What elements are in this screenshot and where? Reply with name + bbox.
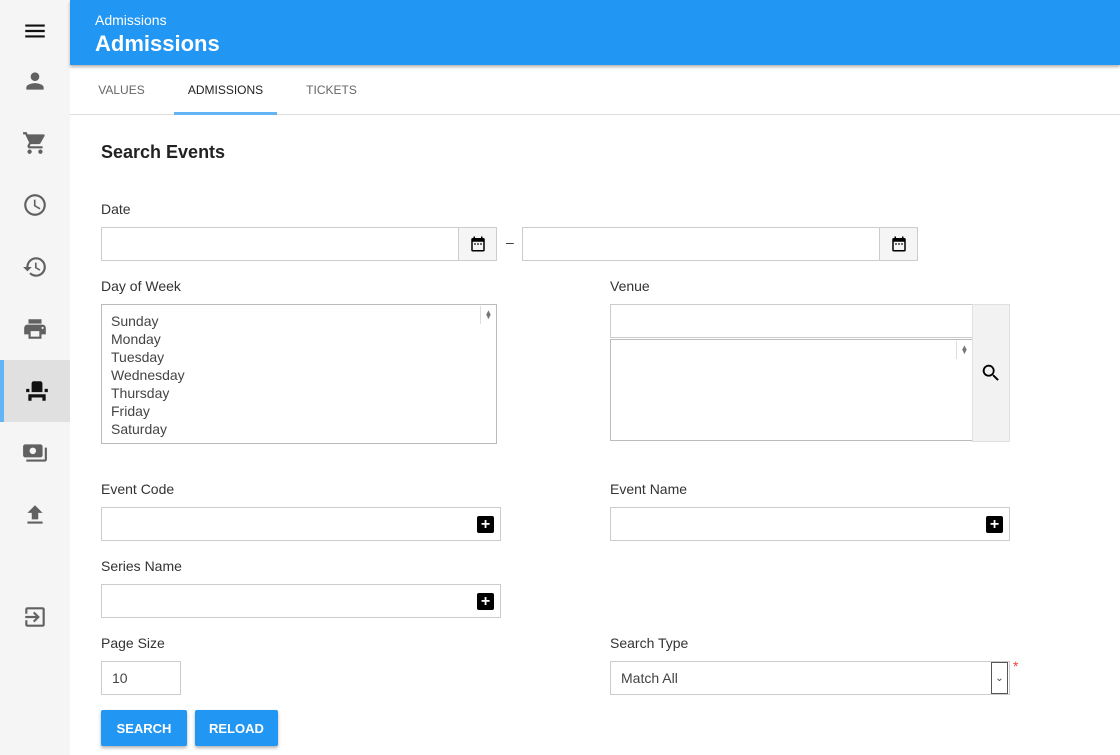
calendar-icon: [470, 236, 485, 252]
required-indicator: *: [1013, 658, 1019, 674]
page-size-label: Page Size: [101, 635, 165, 651]
calendar-icon: [891, 236, 906, 252]
add-event-name-icon[interactable]: +: [986, 516, 1003, 533]
exit-icon: [25, 607, 45, 627]
date-to-picker-button[interactable]: [879, 227, 918, 261]
scroll-down-icon[interactable]: ▼: [957, 345, 972, 359]
search-type-value: Match All: [621, 670, 678, 686]
upload-icon: [27, 505, 43, 524]
search-icon: [982, 364, 999, 381]
series-name-label: Series Name: [101, 558, 182, 574]
page-title: Admissions: [95, 31, 220, 56]
breadcrumb: Admissions: [95, 12, 167, 28]
scroll-down-icon[interactable]: ▼: [481, 310, 496, 324]
day-option[interactable]: Monday: [102, 330, 496, 348]
seat-icon: [26, 381, 48, 401]
money-icon: [23, 444, 47, 462]
day-option[interactable]: Friday: [102, 402, 496, 420]
venue-listbox[interactable]: ▲ ▼: [610, 339, 973, 441]
tab-values[interactable]: VALUES: [70, 65, 173, 115]
venue-label: Venue: [610, 278, 650, 294]
tab-bar: VALUES ADMISSIONS TICKETS: [70, 65, 1120, 115]
menu-icon: [25, 24, 45, 38]
clock-icon: [24, 194, 46, 216]
sidebar-item-recent[interactable]: [0, 174, 70, 236]
reload-button[interactable]: RELOAD: [195, 710, 278, 746]
scrollbar[interactable]: ▲ ▼: [480, 306, 495, 324]
day-option[interactable]: Thursday: [102, 384, 496, 402]
date-from-picker-button[interactable]: [458, 227, 497, 261]
page-size-input[interactable]: 10: [101, 661, 181, 695]
day-option[interactable]: Wednesday: [102, 366, 496, 384]
day-of-week-listbox[interactable]: Sunday Monday Tuesday Wednesday Thursday…: [101, 304, 497, 444]
date-label: Date: [101, 201, 131, 217]
sidebar-item-print[interactable]: [0, 298, 70, 360]
chevron-down-icon[interactable]: ⌄: [991, 662, 1008, 694]
print-icon: [24, 319, 46, 339]
sidebar-item-upload[interactable]: [0, 484, 70, 546]
date-from-input[interactable]: [101, 227, 459, 261]
sidebar-item-cart[interactable]: [0, 112, 70, 174]
app-header: Admissions Admissions: [70, 0, 1120, 65]
history-icon: [23, 257, 46, 277]
event-code-input[interactable]: [101, 507, 501, 541]
sidebar: [0, 0, 70, 755]
sidebar-item-payments[interactable]: [0, 422, 70, 484]
section-heading: Search Events: [101, 142, 226, 162]
sidebar-item-logout[interactable]: [0, 586, 70, 648]
search-type-select[interactable]: Match All: [610, 661, 1010, 695]
search-button[interactable]: SEARCH: [101, 710, 187, 746]
sidebar-item-admissions[interactable]: [0, 360, 70, 422]
date-range-separator: –: [506, 234, 514, 250]
tab-admissions[interactable]: ADMISSIONS: [174, 65, 277, 115]
cart-icon: [23, 132, 45, 154]
sidebar-item-history[interactable]: [0, 236, 70, 298]
event-name-label: Event Name: [610, 481, 688, 497]
day-option[interactable]: Tuesday: [102, 348, 496, 366]
date-to-input[interactable]: [522, 227, 880, 261]
day-option[interactable]: Sunday: [102, 312, 496, 330]
person-icon: [26, 72, 44, 90]
day-option[interactable]: Saturday: [102, 420, 496, 438]
day-of-week-label: Day of Week: [101, 278, 181, 294]
scrollbar[interactable]: ▲ ▼: [956, 341, 971, 359]
event-name-input[interactable]: [610, 507, 1010, 541]
sidebar-item-customer[interactable]: [0, 50, 70, 112]
venue-input[interactable]: [610, 304, 973, 338]
venue-search-button[interactable]: [972, 304, 1010, 442]
event-code-label: Event Code: [101, 481, 175, 497]
add-event-code-icon[interactable]: +: [477, 516, 494, 533]
tab-tickets[interactable]: TICKETS: [280, 65, 383, 115]
series-name-input[interactable]: [101, 584, 501, 618]
search-type-label: Search Type: [610, 635, 689, 651]
add-series-name-icon[interactable]: +: [477, 593, 494, 610]
